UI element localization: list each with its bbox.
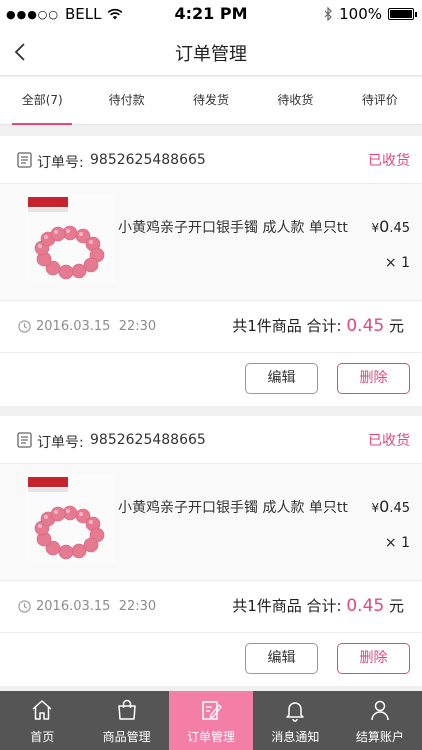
product-quantity: × 1 [384, 255, 410, 271]
order-time: 2016.03.15 22:30 [36, 599, 156, 614]
tab-pending-shipment[interactable]: 待发货 [169, 77, 253, 124]
tabbar-label: 订单管理 [187, 730, 236, 744]
document-icon [17, 152, 32, 168]
tabbar-label: 结算账户 [355, 730, 404, 744]
product-image [25, 193, 115, 283]
bag-icon [117, 699, 136, 720]
edit-document-icon [202, 701, 222, 720]
price-integer: 0 [379, 497, 390, 516]
delete-button[interactable]: 删除 [337, 363, 410, 394]
product-name: 小黄鸡亲子开口银手镯 成人款 单只tt [118, 220, 348, 236]
total-prefix: 共1件商品 合计: [232, 317, 347, 335]
price-integer: 0 [379, 217, 390, 236]
order-total: 共1件商品 合计: 0.45 元 [232, 315, 404, 336]
order-header: 订单号: 9852625488665 已收货 [0, 416, 422, 464]
order-summary-row: 2016.03.15 22:30 共1件商品 合计: 0.45 元 [0, 301, 422, 353]
clock-icon [18, 320, 31, 333]
order-number: 9852625488665 [90, 432, 206, 448]
page-title: 订单管理 [175, 44, 247, 65]
order-card: 订单号: 9852625488665 已收货 小黄鸡亲子开口银手镯 成人款 单只… [0, 136, 422, 406]
tab-pending-review[interactable]: 待评价 [338, 77, 422, 124]
battery-percent: 100% [339, 5, 382, 23]
order-card: 订单号: 9852625488665 已收货 小黄鸡亲子开口银手镯 成人款 单只… [0, 416, 422, 686]
price-currency: ¥ [371, 221, 380, 235]
total-suffix: 元 [384, 317, 404, 335]
price-currency: ¥ [371, 501, 380, 515]
tab-all[interactable]: 全部(7) [0, 77, 84, 125]
total-amount: 0.45 [346, 316, 385, 336]
bottom-tab-bar: 首页 商品管理 订单管理 消息通知 结算账户 [0, 691, 422, 750]
order-status: 已收货 [368, 153, 410, 169]
bell-icon [286, 702, 305, 722]
order-total: 共1件商品 合计: 0.45 元 [232, 595, 404, 616]
user-icon [371, 700, 389, 721]
home-icon [32, 700, 52, 720]
edit-button[interactable]: 编辑 [245, 643, 318, 674]
tabbar-item-account[interactable]: 结算账户 [338, 691, 422, 750]
tabbar-label: 商品管理 [102, 730, 151, 744]
tabbar-item-messages[interactable]: 消息通知 [253, 691, 337, 750]
order-time: 2016.03.15 22:30 [36, 319, 156, 334]
order-actions: 编辑 删除 [0, 633, 422, 685]
order-actions: 编辑 删除 [0, 353, 422, 405]
product-price: ¥0.45 [371, 497, 410, 516]
tabbar-label: 首页 [30, 730, 55, 744]
order-header: 订单号: 9852625488665 已收货 [0, 136, 422, 184]
order-number: 9852625488665 [90, 152, 206, 168]
tabbar-item-orders[interactable]: 订单管理 [168, 691, 254, 750]
total-prefix: 共1件商品 合计: [232, 597, 347, 615]
tab-pending-receipt[interactable]: 待收货 [253, 77, 337, 124]
tabbar-item-home[interactable]: 首页 [0, 691, 84, 750]
tabbar-item-products[interactable]: 商品管理 [84, 691, 168, 750]
document-icon [17, 432, 32, 448]
order-status: 已收货 [368, 433, 410, 449]
product-name: 小黄鸡亲子开口银手镯 成人款 单只tt [118, 500, 348, 516]
product-image [25, 473, 115, 563]
order-summary-row: 2016.03.15 22:30 共1件商品 合计: 0.45 元 [0, 581, 422, 633]
order-date: 2016.03.15 [36, 319, 111, 334]
delete-button[interactable]: 删除 [337, 643, 410, 674]
order-product-row[interactable]: 小黄鸡亲子开口银手镯 成人款 单只tt ¥0.45 × 1 [0, 184, 422, 301]
product-quantity: × 1 [384, 535, 410, 551]
order-clock-time: 22:30 [118, 319, 157, 334]
product-price: ¥0.45 [371, 217, 410, 236]
status-bar: ●●●○○ BELL 4:21 PM 100% [0, 0, 422, 28]
order-list: 订单号: 9852625488665 已收货 小黄鸡亲子开口银手镯 成人款 单只… [0, 136, 422, 696]
order-filter-tabs: 全部(7) 待付款 待发货 待收货 待评价 [0, 77, 422, 125]
tabbar-label: 消息通知 [271, 730, 320, 744]
order-number-label: 订单号: [37, 155, 84, 171]
battery-icon [388, 8, 417, 20]
order-product-row[interactable]: 小黄鸡亲子开口银手镯 成人款 单只tt ¥0.45 × 1 [0, 464, 422, 581]
edit-button[interactable]: 编辑 [245, 363, 318, 394]
price-decimal: .45 [389, 221, 410, 236]
order-date: 2016.03.15 [36, 599, 111, 614]
status-right: 100% [324, 5, 417, 23]
total-suffix: 元 [384, 597, 404, 615]
total-amount: 0.45 [346, 596, 385, 616]
bluetooth-icon [324, 7, 332, 21]
order-clock-time: 22:30 [118, 599, 157, 614]
tab-pending-payment[interactable]: 待付款 [84, 77, 168, 124]
order-number-label: 订单号: [37, 435, 84, 451]
clock-icon [18, 600, 31, 613]
nav-bar: 订单管理 [0, 28, 422, 76]
price-decimal: .45 [389, 501, 410, 516]
